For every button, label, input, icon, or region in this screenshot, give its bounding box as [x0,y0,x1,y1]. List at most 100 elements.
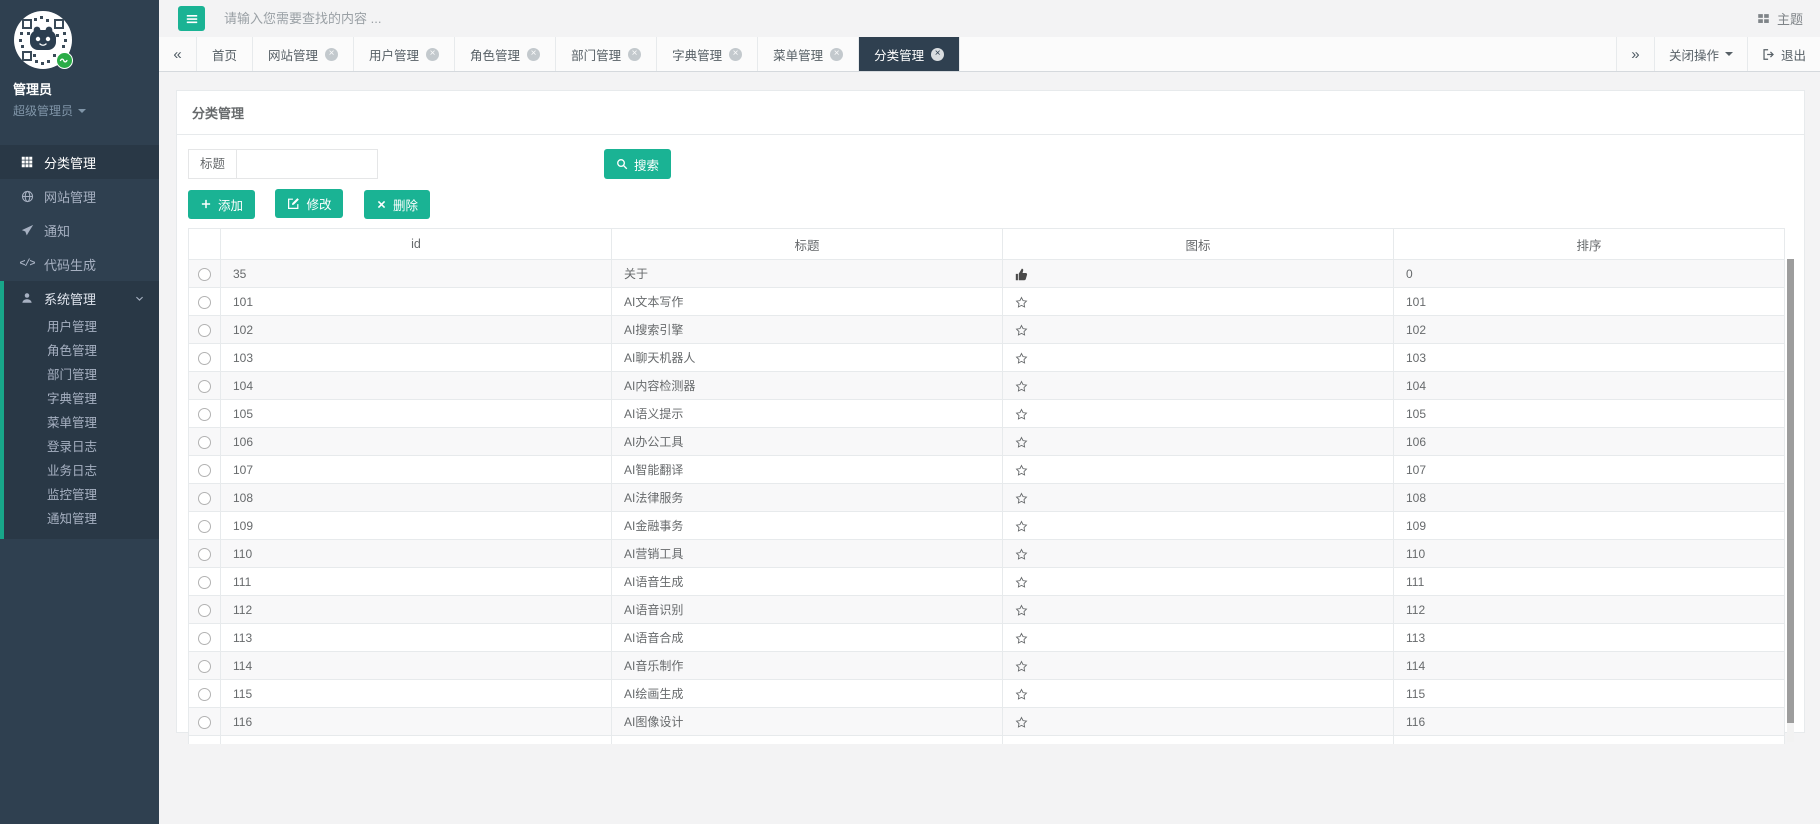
table-row[interactable]: 105 AI语义提示 105 [188,399,1785,428]
tab-用户管理[interactable]: 用户管理 × [354,37,456,71]
tab-close-icon[interactable]: × [628,47,642,61]
cell-sort: 113 [1393,623,1785,652]
table-row[interactable]: 35 关于 0 [188,259,1785,288]
delete-button[interactable]: 删除 [363,190,430,219]
sidebar-item-4[interactable]: 系统管理 [4,281,159,315]
table-row[interactable]: 110 AI营销工具 110 [188,539,1785,568]
user-profile: 管理员 超级管理员 [0,0,159,133]
sidebar-subitem[interactable]: 通知管理 [4,507,159,531]
table-row[interactable]: 102 AI搜索引擎 102 [188,315,1785,344]
tabs-scroll-left-button[interactable]: « [159,37,197,71]
row-radio[interactable] [198,491,211,505]
cell-icon [1002,623,1394,652]
table-row[interactable]: 112 AI语音识别 112 [188,595,1785,624]
tab-首页[interactable]: 首页 [197,37,254,71]
caret-down-icon [1724,52,1733,56]
sidebar-subitem[interactable]: 业务日志 [4,459,159,483]
table-row[interactable]: 116 AI图像设计 116 [188,707,1785,736]
chevron-down-icon [134,293,145,304]
row-radio[interactable] [198,519,211,533]
tab-close-icon[interactable]: × [325,47,339,61]
row-radio[interactable] [198,407,211,421]
table-container: id 标题 图标 排序 35 关于 0 101 AI文本写作 101 102 AI搜索引擎 102 10… [188,228,1794,744]
sidebar-subitem[interactable]: 字典管理 [4,387,159,411]
tab-网站管理[interactable]: 网站管理 × [253,37,355,71]
sidebar-item-0[interactable]: 分类管理 [0,145,159,179]
table-row[interactable]: 109 AI金融事务 109 [188,511,1785,540]
sidebar-group-system: 系统管理 用户管理 角色管理 部门管理 字典管理 菜单管理 登录日志 业务日志 监控管理 通知管理 [0,281,159,539]
search-button[interactable]: 搜索 [604,149,672,179]
close-operations-dropdown[interactable]: 关闭操作 [1653,37,1747,71]
table-row[interactable]: 106 AI办公工具 106 [188,427,1785,456]
row-radio[interactable] [198,575,211,589]
table-row[interactable]: 113 AI语音合成 113 [188,623,1785,652]
row-radio[interactable] [198,267,211,281]
sidebar-subitem[interactable]: 监控管理 [4,483,159,507]
add-button[interactable]: 添加 [188,189,256,219]
sidebar-subitem[interactable]: 登录日志 [4,435,159,459]
tab-分类管理[interactable]: 分类管理 × [859,37,961,71]
row-radio[interactable] [198,715,211,729]
app-root: 管理员 超级管理员 分类管理 网站管理 通知 </> 代码生成 系统管理 用户管理 角色管理部… [0,0,1820,824]
cell-title: AI营销工具 [611,539,1003,568]
sidebar-item-2[interactable]: 通知 [0,213,159,247]
table-row[interactable]: 103 AI聊天机器人 103 [188,343,1785,372]
row-select-cell [188,399,221,428]
edit-button[interactable]: 修改 [275,189,344,218]
tab-close-icon[interactable]: × [931,47,945,61]
sidebar-subitem[interactable]: 菜单管理 [4,411,159,435]
row-radio[interactable] [198,435,211,449]
row-radio[interactable] [198,631,211,645]
sidebar-toggle-button[interactable] [178,6,205,31]
title-filter-input[interactable] [236,149,379,179]
row-radio[interactable] [198,687,211,701]
tab-close-icon[interactable]: × [426,47,440,61]
row-radio[interactable] [198,603,211,617]
cell-icon [1002,455,1394,484]
tab-close-icon[interactable]: × [830,47,844,61]
table-row[interactable]: 114 AI音乐制作 114 [188,651,1785,680]
tab-close-icon[interactable]: × [527,47,541,61]
sidebar-subitem[interactable]: 用户管理 [4,315,159,339]
row-select-cell [188,315,221,344]
tab-字典管理[interactable]: 字典管理 × [657,37,759,71]
row-select-cell [188,511,221,540]
user-role-dropdown[interactable]: 超级管理员 [13,102,159,119]
cell-id: 35 [220,259,612,288]
table-row[interactable]: 111 AI语音生成 111 [188,567,1785,596]
table-row[interactable]: 115 AI绘画生成 115 [188,679,1785,708]
row-radio[interactable] [198,659,211,673]
row-radio[interactable] [198,323,211,337]
tabs-scroll-right-button[interactable]: » [1615,37,1654,71]
sidebar-subitem[interactable]: 部门管理 [4,363,159,387]
table-row[interactable]: 108 AI法律服务 108 [188,483,1785,512]
theme-switcher[interactable]: 主题 [1757,9,1803,28]
table-row[interactable]: 104 AI内容检测器 104 [188,371,1785,400]
close-operations-label: 关闭操作 [1668,48,1719,63]
table-row[interactable]: 107 AI智能翻译 107 [188,455,1785,484]
row-radio[interactable] [198,379,211,393]
logout-button[interactable]: 退出 [1746,37,1820,71]
row-radio[interactable] [198,295,211,309]
row-radio[interactable] [198,463,211,477]
cell-icon [1002,679,1394,708]
tab-close-icon[interactable]: × [729,47,743,61]
row-radio[interactable] [198,547,211,561]
cell-id: 102 [220,315,612,344]
sidebar-subitem[interactable]: 角色管理 [4,339,159,363]
sidebar-item-3[interactable]: </> 代码生成 [0,247,159,281]
star-icon [1015,548,1028,561]
tab-菜单管理[interactable]: 菜单管理 × [758,37,860,71]
cell-icon [1002,259,1394,288]
row-select-cell [188,427,221,456]
sidebar-item-1[interactable]: 网站管理 [0,179,159,213]
global-search-input[interactable] [224,11,554,26]
row-select-cell [188,595,221,624]
cell-icon [1002,371,1394,400]
table-scrollbar-thumb[interactable] [1787,259,1794,723]
table-row[interactable]: 101 AI文本写作 101 [188,287,1785,316]
tab-角色管理[interactable]: 角色管理 × [455,37,557,71]
tab-部门管理[interactable]: 部门管理 × [556,37,658,71]
row-radio[interactable] [198,351,211,365]
category-grid-icon [20,156,34,168]
